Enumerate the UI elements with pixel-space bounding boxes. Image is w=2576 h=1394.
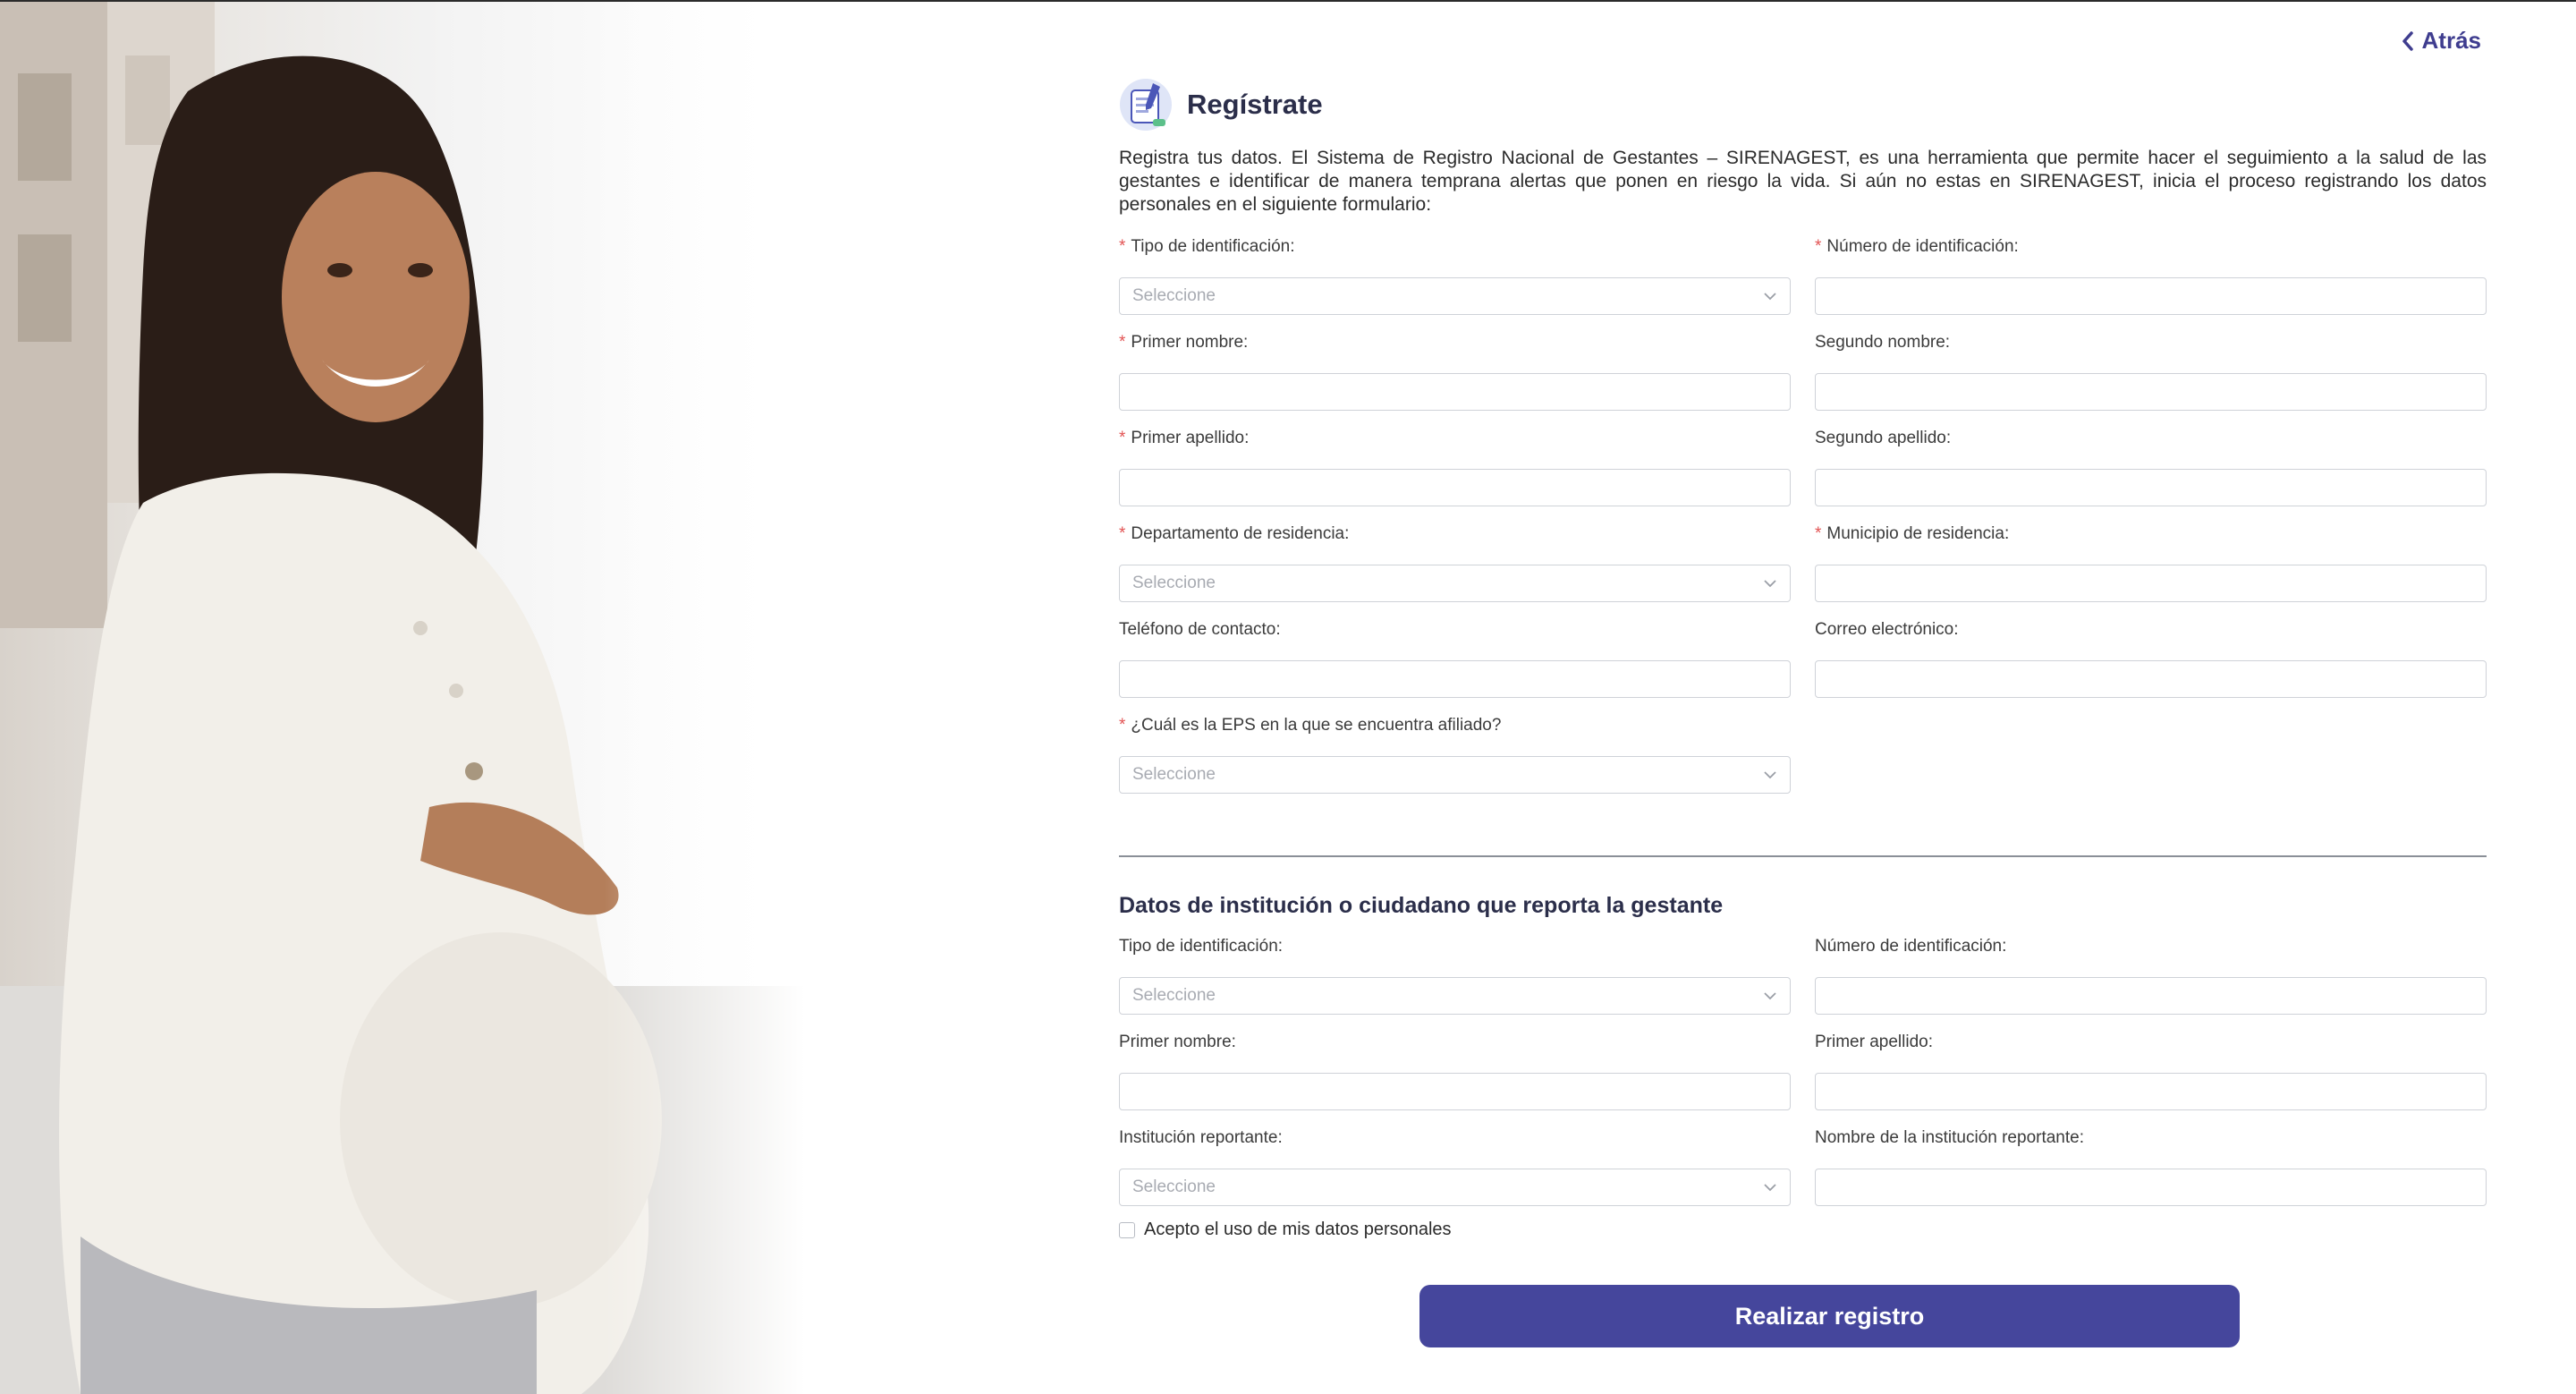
submit-button[interactable]: Realizar registro [1419, 1285, 2240, 1347]
numero-identificacion-field: * Número de identificación: [1815, 236, 2487, 332]
reporter-numero-identificacion-label: Número de identificación: [1815, 937, 2007, 956]
eps-label: ¿Cuál es la EPS en la que se encuentra a… [1131, 716, 1502, 735]
segundo-nombre-field: Segundo nombre: [1815, 332, 2487, 428]
reporter-primer-nombre-input[interactable] [1119, 1073, 1791, 1110]
reporter-tipo-identificacion-field: Tipo de identificación: Seleccione [1119, 936, 1791, 1032]
required-mark: * [1815, 237, 1822, 256]
departamento-label: Departamento de residencia: [1131, 524, 1350, 543]
departamento-field: * Departamento de residencia: Seleccione [1119, 523, 1791, 619]
segundo-nombre-label: Segundo nombre: [1815, 333, 1951, 352]
chevron-left-icon [2402, 30, 2413, 51]
primer-nombre-input[interactable] [1119, 373, 1791, 411]
reporter-tipo-identificacion-select[interactable]: Seleccione [1119, 977, 1791, 1015]
numero-identificacion-label: Número de identificación: [1826, 237, 2019, 256]
reporter-numero-identificacion-field: Número de identificación: [1815, 936, 2487, 1032]
register-clipboard-icon [1120, 79, 1172, 131]
municipio-field: * Municipio de residencia: [1815, 523, 2487, 619]
required-mark: * [1119, 524, 1126, 543]
page-title: Regístrate [1187, 89, 1323, 120]
select-placeholder: Seleccione [1132, 286, 1216, 305]
chevron-down-icon [1764, 293, 1776, 301]
primer-apellido-input[interactable] [1119, 469, 1791, 506]
consent-checkbox[interactable] [1119, 1221, 1135, 1238]
required-mark: * [1815, 524, 1822, 543]
correo-field: Correo electrónico: [1815, 619, 2487, 715]
telefono-label: Teléfono de contacto: [1119, 620, 1281, 639]
telefono-field: Teléfono de contacto: [1119, 619, 1791, 715]
segundo-nombre-input[interactable] [1815, 373, 2487, 411]
correo-label: Correo electrónico: [1815, 620, 1959, 639]
select-placeholder: Seleccione [1132, 1177, 1216, 1196]
personal-data-grid: * Tipo de identificación: Seleccione * Núm… [1119, 236, 2487, 811]
chevron-down-icon [1764, 992, 1776, 1000]
intro-text: Registra tus datos. El Sistema de Regist… [1119, 148, 2487, 215]
reporter-section-title: Datos de institución o ciudadano que rep… [1119, 893, 1724, 918]
reporter-primer-apellido-field: Primer apellido: [1815, 1032, 2487, 1127]
page-header: Regístrate [1119, 77, 2487, 132]
chevron-down-icon [1764, 771, 1776, 779]
primer-nombre-field: * Primer nombre: [1119, 332, 1791, 428]
primer-nombre-label: Primer nombre: [1131, 333, 1249, 352]
segundo-apellido-input[interactable] [1815, 469, 2487, 506]
required-mark: * [1119, 716, 1126, 735]
eps-field: * ¿Cuál es la EPS en la que se encuentra … [1119, 715, 1791, 811]
reporter-data-grid: Tipo de identificación: Seleccione Númer… [1119, 936, 2487, 1223]
segundo-apellido-field: Segundo apellido: [1815, 428, 2487, 523]
telefono-input[interactable] [1119, 660, 1791, 698]
chevron-down-icon [1764, 580, 1776, 588]
primer-apellido-label: Primer apellido: [1131, 429, 1250, 447]
eps-select[interactable]: Seleccione [1119, 756, 1791, 794]
correo-input[interactable] [1815, 660, 2487, 698]
required-mark: * [1119, 333, 1126, 352]
numero-identificacion-input[interactable] [1815, 277, 2487, 315]
back-link[interactable]: Atrás [2401, 27, 2481, 55]
tipo-identificacion-field: * Tipo de identificación: Seleccione [1119, 236, 1791, 332]
institucion-reportante-field: Institución reportante: Seleccione [1119, 1127, 1791, 1223]
institucion-reportante-label: Institución reportante: [1119, 1128, 1283, 1147]
tipo-identificacion-select[interactable]: Seleccione [1119, 277, 1791, 315]
section-divider [1119, 855, 2487, 857]
reporter-primer-nombre-label: Primer nombre: [1119, 1033, 1236, 1051]
reporter-primer-apellido-label: Primer apellido: [1815, 1033, 1933, 1051]
reporter-primer-apellido-input[interactable] [1815, 1073, 2487, 1110]
municipio-input[interactable] [1815, 565, 2487, 602]
hero-photo [0, 2, 805, 1394]
chevron-down-icon [1764, 1184, 1776, 1192]
registration-form: Regístrate Registra tus datos. El Sistem… [1119, 77, 2487, 1240]
primer-apellido-field: * Primer apellido: [1119, 428, 1791, 523]
municipio-label: Municipio de residencia: [1826, 524, 2010, 543]
departamento-select[interactable]: Seleccione [1119, 565, 1791, 602]
reporter-tipo-identificacion-label: Tipo de identificación: [1119, 937, 1284, 956]
nombre-institucion-input[interactable] [1815, 1169, 2487, 1206]
select-placeholder: Seleccione [1132, 986, 1216, 1005]
select-placeholder: Seleccione [1132, 574, 1216, 592]
tipo-identificacion-label: Tipo de identificación: [1131, 237, 1295, 256]
consent-label: Acepto el uso de mis datos personales [1144, 1220, 1452, 1239]
segundo-apellido-label: Segundo apellido: [1815, 429, 1952, 447]
back-label: Atrás [2421, 27, 2481, 54]
institucion-reportante-select[interactable]: Seleccione [1119, 1169, 1791, 1206]
nombre-institucion-field: Nombre de la institución reportante: [1815, 1127, 2487, 1223]
reporter-numero-identificacion-input[interactable] [1815, 977, 2487, 1015]
select-placeholder: Seleccione [1132, 765, 1216, 784]
nombre-institucion-label: Nombre de la institución reportante: [1815, 1128, 2084, 1147]
required-mark: * [1119, 429, 1126, 447]
required-mark: * [1119, 237, 1126, 256]
reporter-primer-nombre-field: Primer nombre: [1119, 1032, 1791, 1127]
